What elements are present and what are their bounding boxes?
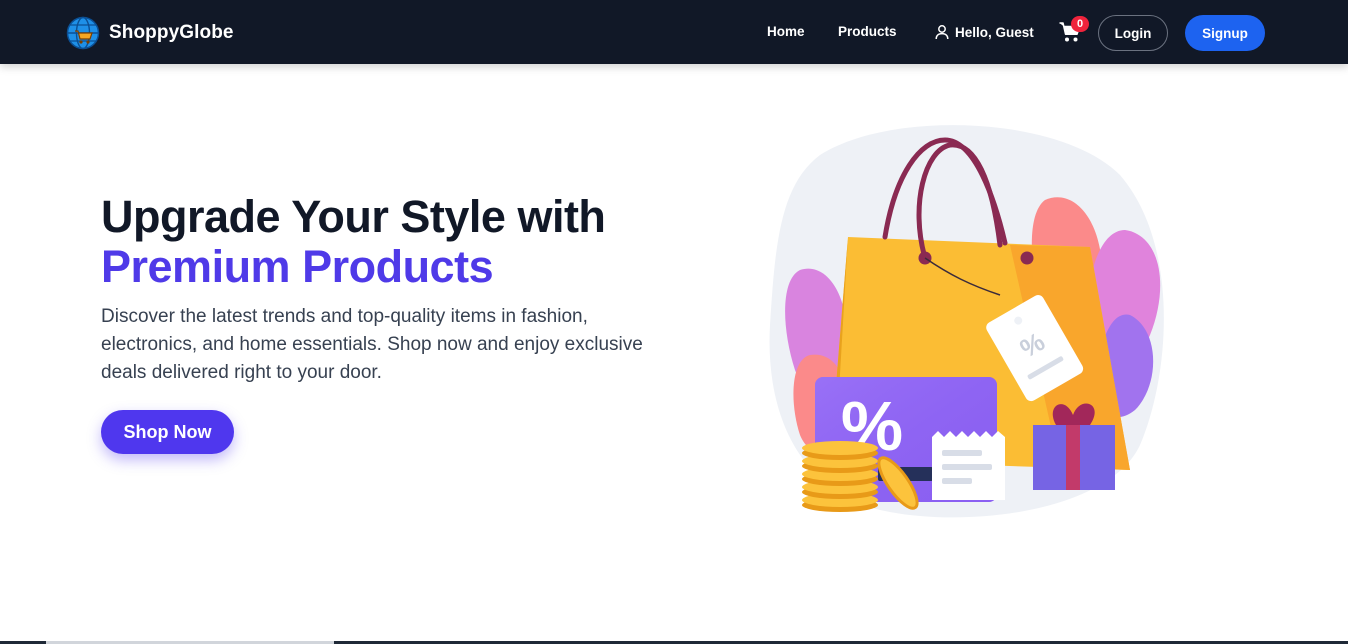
nav-link-home[interactable]: Home <box>767 24 805 39</box>
brand[interactable]: ShoppyGlobe <box>66 16 234 50</box>
hero-title: Upgrade Your Style with Premium Products <box>101 191 606 292</box>
hero-title-line1: Upgrade Your Style with <box>101 191 606 242</box>
shopping-bag-illustration: % % <box>769 125 1164 518</box>
cart-count-badge: 0 <box>1071 16 1089 32</box>
signup-button[interactable]: Signup <box>1185 15 1265 51</box>
cart-button[interactable]: 0 <box>1058 16 1089 46</box>
brand-name: ShoppyGlobe <box>109 22 234 43</box>
hero-description: Discover the latest trends and top-quali… <box>101 306 643 383</box>
hero-title-highlight: Premium Products <box>101 241 494 292</box>
user-icon <box>935 25 949 40</box>
shop-now-button[interactable]: Shop Now <box>101 410 234 454</box>
nav-link-products[interactable]: Products <box>838 24 897 39</box>
login-button[interactable]: Login <box>1098 15 1168 51</box>
globe-cart-icon <box>66 16 100 50</box>
coin-stack <box>802 441 878 512</box>
user-greeting: Hello, Guest <box>934 24 1034 40</box>
greeting-text: Hello, Guest <box>955 24 1034 40</box>
navbar: ShoppyGlobe Home Products Hello, Guest 0… <box>0 0 1348 64</box>
